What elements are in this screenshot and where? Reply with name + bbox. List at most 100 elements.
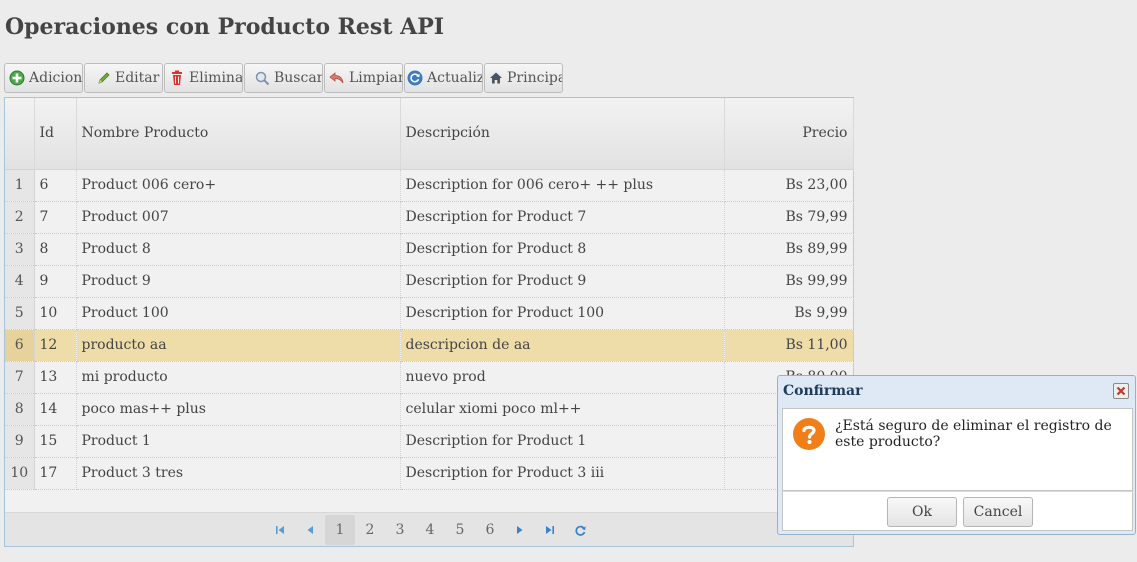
table-row[interactable]: 3 8 Product 8 Description for Product 8 …: [5, 233, 854, 266]
add-icon: [9, 70, 25, 86]
cell-description[interactable]: descripcion de aa: [400, 329, 725, 362]
table-row[interactable]: 10 17 Product 3 tres Description for Pro…: [5, 457, 854, 490]
cell-name[interactable]: Product 9: [76, 265, 401, 298]
page-6-button[interactable]: 6: [475, 515, 505, 545]
cell-description[interactable]: nuevo prod: [400, 361, 725, 394]
page-5-button[interactable]: 5: [445, 515, 475, 545]
table-row[interactable]: 2 7 Product 007 Description for Product …: [5, 201, 854, 234]
refresh-icon: [407, 70, 423, 86]
prev-page-button[interactable]: [295, 515, 325, 545]
row-number: 4: [5, 265, 35, 298]
edit-button-label: Editar: [115, 70, 160, 86]
last-page-icon: [546, 526, 554, 534]
refresh-button-label: Actualizar: [427, 70, 482, 86]
page-title: Operaciones con Producto Rest API: [5, 14, 445, 40]
dialog-title: Confirmar: [783, 383, 863, 399]
refresh-button[interactable]: Actualizar: [404, 63, 483, 93]
table-row[interactable]: 7 13 mi producto nuevo prod Bs 80,00: [5, 361, 854, 394]
cell-id[interactable]: 14: [34, 393, 77, 426]
pager: 1 2 3 4 5 6: [5, 512, 853, 546]
home-button-label: Principal: [507, 70, 562, 86]
cell-price[interactable]: Bs 99,99: [724, 265, 854, 298]
first-page-button[interactable]: [265, 515, 295, 545]
cell-price[interactable]: Bs 79,99: [724, 201, 854, 234]
next-page-button[interactable]: [505, 515, 535, 545]
cell-id[interactable]: 13: [34, 361, 77, 394]
cell-id[interactable]: 7: [34, 201, 77, 234]
cell-name[interactable]: Product 8: [76, 233, 401, 266]
confirm-dialog: Confirmar ¿Está seguro de eliminar el re…: [777, 375, 1136, 535]
page-1-button[interactable]: 1: [325, 515, 355, 545]
pencil-icon: [98, 72, 110, 84]
delete-button[interactable]: Eliminar: [164, 63, 243, 93]
cell-name[interactable]: Product 100: [76, 297, 401, 330]
edit-button[interactable]: Editar: [84, 63, 163, 93]
cell-name[interactable]: mi producto: [76, 361, 401, 394]
dialog-header: Confirmar: [778, 376, 1135, 406]
ok-button[interactable]: Ok: [887, 497, 957, 527]
cell-description[interactable]: Description for Product 100: [400, 297, 725, 330]
dialog-footer: Ok Cancel: [782, 491, 1133, 531]
header-price[interactable]: Precio: [724, 98, 854, 170]
dialog-message: ¿Está seguro de eliminar el registro de …: [835, 418, 1112, 450]
home-button[interactable]: Principal: [484, 63, 563, 93]
page-2-button[interactable]: 2: [355, 515, 385, 545]
header-description[interactable]: Descripción: [400, 98, 725, 170]
reload-icon: [574, 525, 586, 536]
table-row[interactable]: 4 9 Product 9 Description for Product 9 …: [5, 265, 854, 298]
cell-name[interactable]: poco mas++ plus: [76, 393, 401, 426]
search-button[interactable]: Buscar: [244, 63, 323, 93]
question-icon: [793, 418, 825, 450]
header-name[interactable]: Nombre Producto: [76, 98, 401, 170]
home-icon: [490, 72, 502, 84]
add-button[interactable]: Adicionar: [4, 63, 83, 93]
cell-description[interactable]: Description for Product 8: [400, 233, 725, 266]
row-number: 7: [5, 361, 35, 394]
cell-description[interactable]: celular xiomi poco ml++: [400, 393, 725, 426]
reload-button[interactable]: [565, 515, 595, 545]
cell-id[interactable]: 15: [34, 425, 77, 458]
trash-icon: [172, 70, 182, 85]
table-row[interactable]: 1 6 Product 006 cero+ Description for 00…: [5, 169, 854, 202]
cell-id[interactable]: 10: [34, 297, 77, 330]
cell-description[interactable]: Description for 006 cero+ ++ plus: [400, 169, 725, 202]
table-row[interactable]: 5 10 Product 100 Description for Product…: [5, 297, 854, 330]
products-grid: Id Nombre Producto Descripción Precio 1 …: [4, 97, 854, 547]
row-number: 6: [5, 329, 35, 362]
cell-id[interactable]: 6: [34, 169, 77, 202]
table-row[interactable]: 8 14 poco mas++ plus celular xiomi poco …: [5, 393, 854, 426]
clear-button[interactable]: Limpiar: [324, 63, 403, 93]
undo-icon: [329, 72, 344, 84]
header-id[interactable]: Id: [34, 98, 77, 170]
page-4-button[interactable]: 4: [415, 515, 445, 545]
table-row[interactable]: 9 15 Product 1 Description for Product 1: [5, 425, 854, 458]
cell-id[interactable]: 12: [34, 329, 77, 362]
cell-id[interactable]: 9: [34, 265, 77, 298]
dialog-body: ¿Está seguro de eliminar el registro de …: [782, 408, 1133, 491]
cell-name[interactable]: producto aa: [76, 329, 401, 362]
last-page-button[interactable]: [535, 515, 565, 545]
table-row-selected[interactable]: 6 12 producto aa descripcion de aa Bs 11…: [5, 329, 854, 362]
row-number: 1: [5, 169, 35, 202]
cell-name[interactable]: Product 1: [76, 425, 401, 458]
cell-description[interactable]: Description for Product 9: [400, 265, 725, 298]
page-3-button[interactable]: 3: [385, 515, 415, 545]
cell-id[interactable]: 8: [34, 233, 77, 266]
cell-name[interactable]: Product 006 cero+: [76, 169, 401, 202]
cell-name[interactable]: Product 007: [76, 201, 401, 234]
cancel-button[interactable]: Cancel: [963, 497, 1033, 527]
cell-id[interactable]: 17: [34, 457, 77, 490]
row-number: 2: [5, 201, 35, 234]
cell-description[interactable]: Description for Product 3 iii: [400, 457, 725, 490]
dialog-close-button[interactable]: [1113, 383, 1129, 399]
close-icon: [1116, 386, 1126, 396]
cell-price[interactable]: Bs 11,00: [724, 329, 854, 362]
products-table: Id Nombre Producto Descripción Precio 1 …: [5, 98, 854, 490]
cell-description[interactable]: Description for Product 7: [400, 201, 725, 234]
add-button-label: Adicionar: [29, 70, 83, 86]
cell-price[interactable]: Bs 9,99: [724, 297, 854, 330]
cell-name[interactable]: Product 3 tres: [76, 457, 401, 490]
cell-description[interactable]: Description for Product 1: [400, 425, 725, 458]
cell-price[interactable]: Bs 89,99: [724, 233, 854, 266]
cell-price[interactable]: Bs 23,00: [724, 169, 854, 202]
